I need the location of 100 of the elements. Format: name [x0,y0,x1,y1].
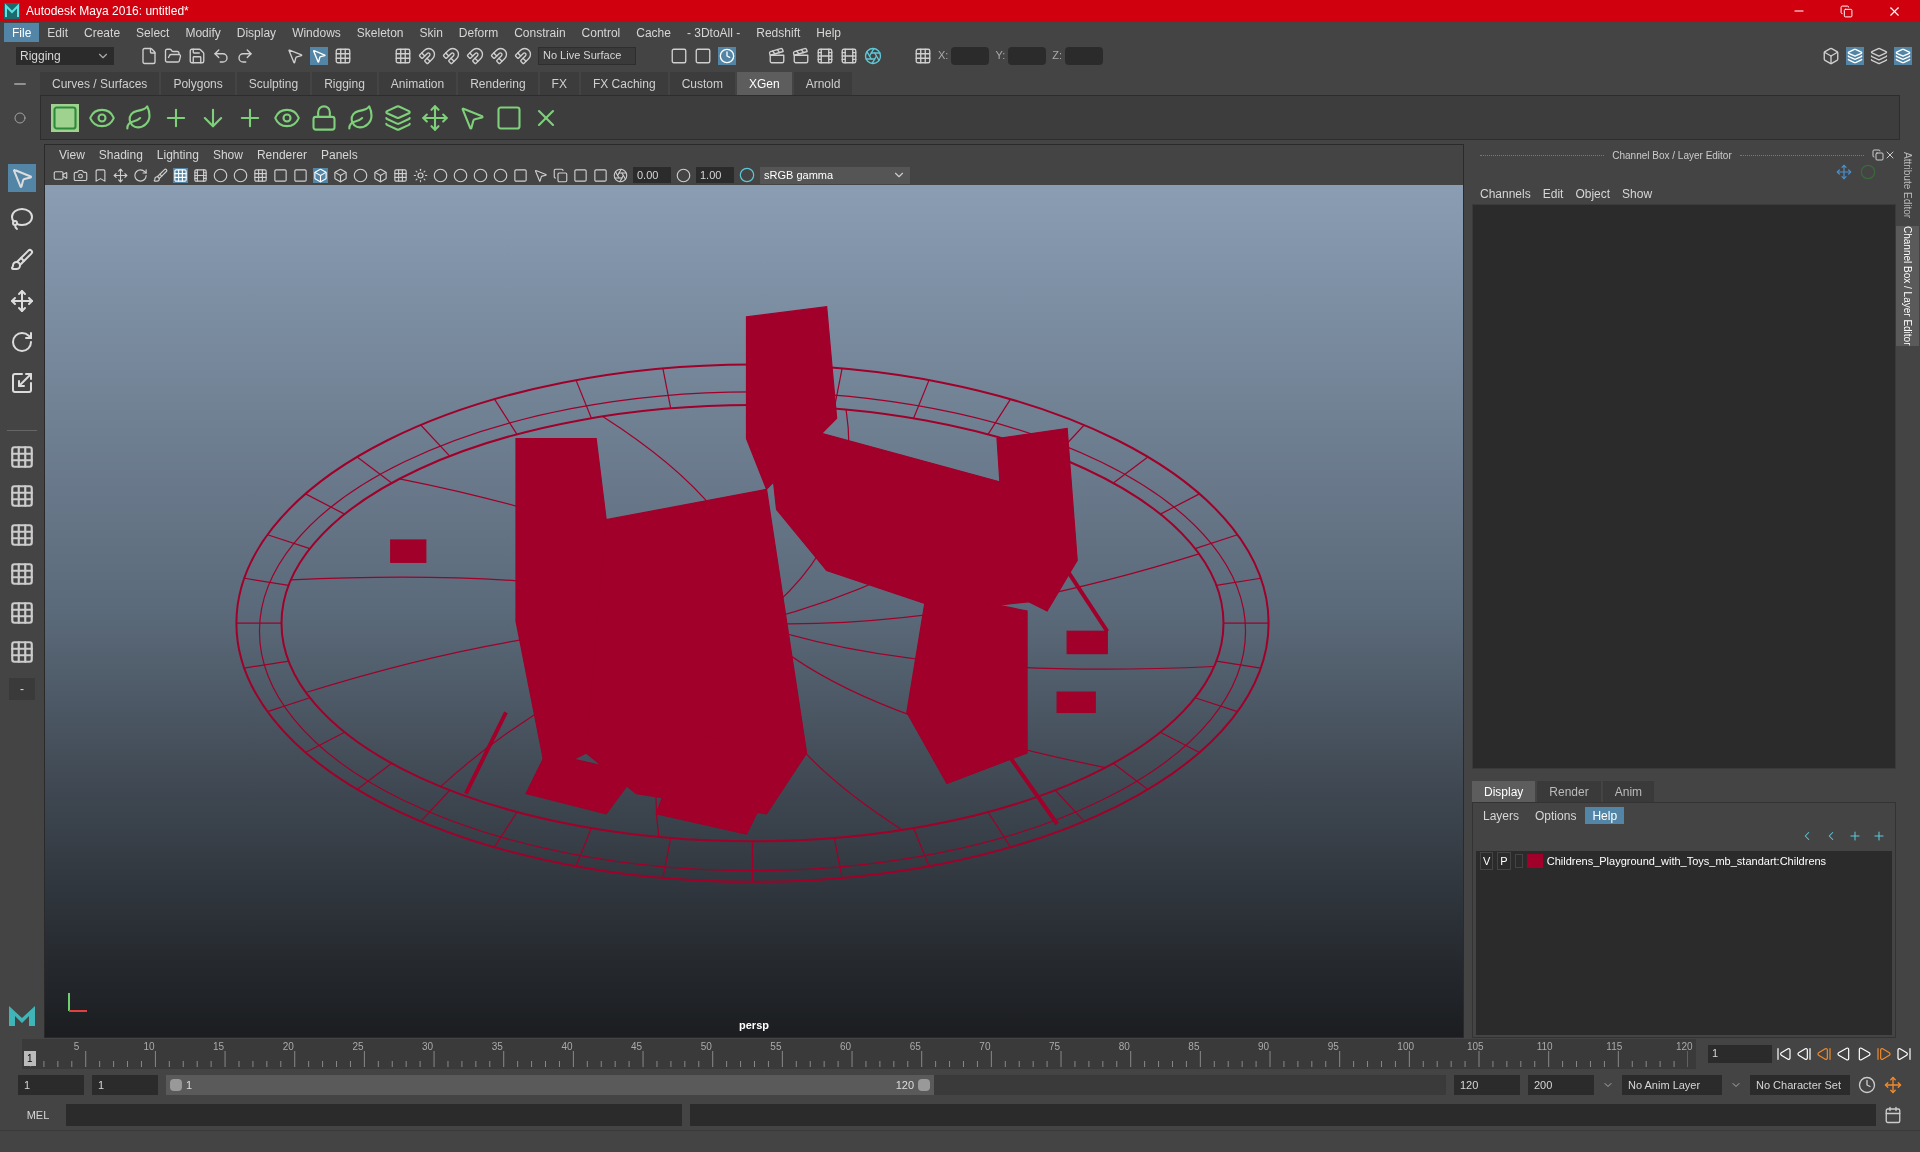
float-icon[interactable] [1872,149,1884,161]
menu-item[interactable]: Cache [628,23,679,42]
layer-editor-tab[interactable]: Display [1472,781,1536,802]
save-icon[interactable] [188,46,206,65]
side-tab[interactable]: Channel Box / Layer Editor [1895,226,1919,346]
menu-item[interactable]: Edit [39,23,77,42]
time-slider[interactable]: 1 5 10 15 20 25 30 35 40 45 50 55 60 65 70 75 80 85 90 95 100 105 110 115 120 [22,1039,1696,1069]
channel-menu-item[interactable]: Object [1571,185,1615,203]
select-tool-icon[interactable] [8,164,36,192]
viewport-tool-icon[interactable] [433,167,448,183]
start-frame-field[interactable]: 1 [18,1075,84,1095]
select-object-icon[interactable] [310,46,328,65]
menu-item[interactable]: Modify [177,23,229,42]
menu-set-dropdown[interactable]: Rigging [16,46,114,65]
anim-layer-field[interactable]: No Anim Layer [1622,1075,1722,1095]
exposure-field[interactable]: 0.00 [633,167,671,183]
magnet-icon[interactable] [514,46,532,65]
collapse-button[interactable]: - [9,678,35,700]
color-space-dropdown[interactable]: sRGB gamma [760,166,910,184]
character-set-field[interactable]: No Character Set [1750,1075,1850,1095]
select-component-icon[interactable] [334,46,352,65]
layout-icon[interactable] [9,561,35,587]
viewport-tool-icon[interactable] [573,167,588,183]
viewport-tool-icon[interactable] [393,167,408,183]
modeling-toolkit-icon[interactable] [1822,46,1840,65]
folder-icon[interactable] [164,46,182,65]
menu-item[interactable]: Display [228,23,285,42]
viewport-tool-icon[interactable] [213,167,228,183]
shelf-tab[interactable]: FX Caching [580,72,668,95]
redo-icon[interactable] [236,46,254,65]
transform-icon[interactable] [914,46,932,65]
shelf-tab[interactable]: Sculpting [236,72,311,95]
menu-item[interactable]: Create [76,23,129,42]
playback-start-field[interactable]: 1 [92,1075,158,1095]
viewport-menu-item[interactable]: Shading [92,146,149,164]
menu-item[interactable]: Help [808,23,849,42]
layout-icon[interactable] [9,444,35,470]
go-to-end-icon[interactable] [1896,1046,1912,1062]
layout-icon[interactable] [9,639,35,665]
new-layer-icon[interactable] [1848,829,1862,843]
shelf-tab[interactable]: Polygons [161,72,235,95]
layer-editor-tab[interactable]: Anim [1602,781,1655,802]
visibility-toggle[interactable]: V [1480,851,1494,871]
render-icon[interactable] [792,46,810,65]
shelf-tab[interactable]: Rigging [312,72,377,95]
menu-item[interactable]: Skeleton [348,23,412,42]
reference-toggle[interactable] [1514,854,1523,868]
undo-icon[interactable] [212,46,230,65]
end-frame-field[interactable]: 200 [1528,1075,1594,1095]
viewport-tool-icon[interactable] [413,167,428,183]
new-layer-selected-icon[interactable] [1872,829,1886,843]
axis-icon[interactable] [1836,164,1852,180]
play-backwards-icon[interactable] [1836,1046,1852,1062]
lasso-tool-icon[interactable] [8,205,36,233]
range-handle[interactable] [918,1079,930,1091]
channel-box-icon[interactable] [1894,46,1912,65]
channel-menu-item[interactable]: Show [1618,185,1657,203]
restore-icon[interactable] [1840,4,1853,18]
playback-toggle[interactable]: P [1497,851,1511,871]
menu-item[interactable]: Control [573,23,629,42]
viewport-tool-icon[interactable] [153,167,168,183]
viewport-tool-icon[interactable] [553,167,568,183]
layout-icon[interactable] [9,483,35,509]
layout-icon[interactable] [9,522,35,548]
menu-item[interactable]: File [4,23,40,42]
select-hierarchy-icon[interactable] [286,46,304,65]
render-view-icon[interactable] [768,46,786,65]
grass-icon[interactable] [347,103,375,132]
play-forwards-icon[interactable] [1856,1046,1872,1062]
viewport-tool-icon[interactable] [513,167,528,183]
move-tool-icon[interactable] [8,287,36,315]
viewport-tool-icon[interactable] [233,167,248,183]
history-icon[interactable] [718,46,736,65]
viewport-menu-item[interactable]: Show [206,146,249,164]
viewport-tool-icon[interactable] [93,167,108,183]
magnet-icon[interactable] [442,46,460,65]
layer-row[interactable]: V P Childrens_Playground_with_Toys_mb_standart:Childrens [1476,851,1892,871]
coordinate-field[interactable] [951,46,990,65]
menu-item[interactable]: Select [128,23,178,42]
layer-menu-item[interactable]: Help [1585,806,1625,824]
viewport-tool-icon[interactable] [493,167,508,183]
exposure-icon[interactable] [613,167,628,183]
layer-menu-item[interactable]: Layers [1476,806,1527,824]
menu-item[interactable]: Skin [411,23,451,42]
command-language-label[interactable]: MEL [18,1106,58,1124]
magnet-icon[interactable] [466,46,484,65]
channel-menu-item[interactable]: Channels [1476,185,1535,203]
viewport-tool-icon[interactable] [593,167,608,183]
new-file-icon[interactable] [140,46,158,65]
viewport-tool-icon[interactable] [73,167,88,183]
range-slider-track[interactable]: 1 120 [166,1075,1446,1095]
range-slider-bar[interactable] [166,1075,934,1095]
viewport-tool-icon[interactable] [273,167,288,183]
current-frame-marker[interactable]: 1 [24,1051,36,1066]
step-back-key-icon[interactable] [1796,1046,1812,1062]
viewport-menu-item[interactable]: Panels [314,146,364,164]
viewport-menu-item[interactable]: Renderer [250,146,313,164]
viewport-tool-icon[interactable] [193,167,208,183]
step-forward-key-icon[interactable] [1876,1046,1892,1062]
lock-icon[interactable] [310,103,338,132]
